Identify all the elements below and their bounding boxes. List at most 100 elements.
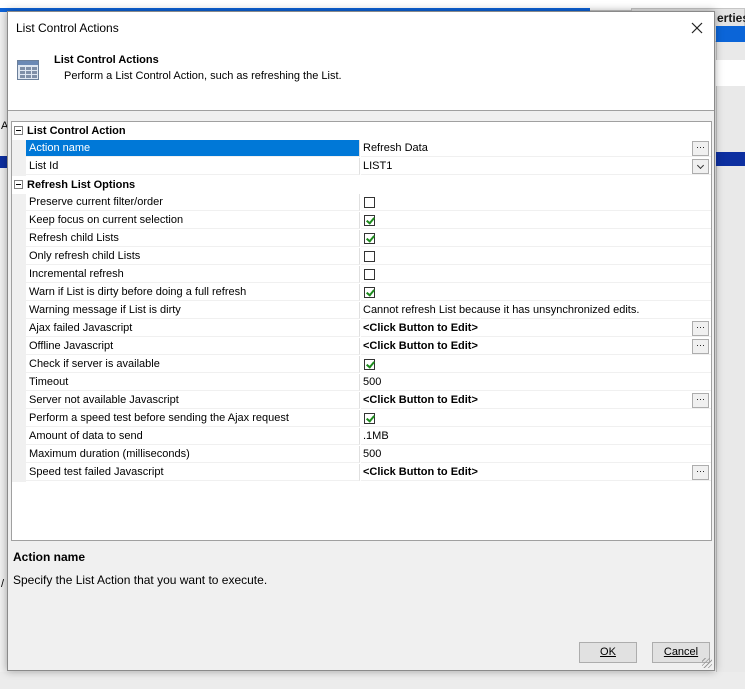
close-button[interactable]	[684, 16, 710, 40]
property-value-text: Cannot refresh List because it has unsyn…	[363, 304, 640, 316]
property-row[interactable]: Timeout 500	[12, 374, 711, 392]
header-subtitle: Perform a List Control Action, such as r…	[64, 70, 342, 82]
property-value-text: <Click Button to Edit>	[363, 466, 478, 478]
row-gutter	[12, 302, 26, 320]
property-value[interactable]: <Click Button to Edit> ···	[361, 320, 711, 337]
cancel-button-label: Cancel	[663, 646, 699, 658]
property-value[interactable]	[361, 212, 711, 229]
dropdown-button[interactable]	[692, 159, 709, 174]
row-gutter	[12, 446, 26, 464]
property-name: Action name	[26, 140, 360, 157]
property-name: Preserve current filter/order	[26, 194, 360, 211]
row-gutter	[12, 194, 26, 212]
property-row[interactable]: Check if server is available	[12, 356, 711, 374]
property-value-text: Refresh Data	[363, 142, 428, 154]
property-row[interactable]: Warn if List is dirty before doing a ful…	[12, 284, 711, 302]
property-row[interactable]: Action name Refresh Data ···	[12, 140, 711, 158]
property-value-text: .1MB	[363, 430, 389, 442]
ellipsis-button[interactable]: ···	[692, 141, 709, 156]
row-gutter	[12, 392, 26, 410]
property-row[interactable]: Server not available Javascript <Click Bu…	[12, 392, 711, 410]
property-checkbox[interactable]	[364, 359, 375, 370]
property-name: Ajax failed Javascript	[26, 320, 360, 337]
property-value-text: <Click Button to Edit>	[363, 322, 478, 334]
category-label: Refresh List Options	[27, 179, 136, 191]
property-value[interactable]	[361, 230, 711, 247]
category-row[interactable]: List Control Action	[12, 122, 711, 140]
property-value[interactable]: Refresh Data ···	[361, 140, 711, 157]
background-right-panel	[716, 8, 745, 689]
property-checkbox[interactable]	[364, 197, 375, 208]
property-checkbox[interactable]	[364, 215, 375, 226]
property-row[interactable]: Preserve current filter/order	[12, 194, 711, 212]
property-value[interactable]	[361, 194, 711, 211]
property-name: List Id	[26, 158, 360, 175]
category-label: List Control Action	[27, 125, 126, 137]
property-row[interactable]: Maximum duration (milliseconds) 500	[12, 446, 711, 464]
property-row[interactable]: Refresh child Lists	[12, 230, 711, 248]
property-value[interactable]: 500	[361, 446, 711, 463]
row-gutter	[12, 356, 26, 374]
property-checkbox[interactable]	[364, 413, 375, 424]
row-gutter	[12, 230, 26, 248]
property-value[interactable]	[361, 410, 711, 427]
row-gutter	[12, 158, 26, 176]
property-row[interactable]: Only refresh child Lists	[12, 248, 711, 266]
property-value[interactable]: .1MB	[361, 428, 711, 445]
property-row[interactable]: Warning message if List is dirty Cannot r…	[12, 302, 711, 320]
property-row[interactable]: Speed test failed Javascript <Click Butto…	[12, 464, 711, 482]
property-value[interactable]	[361, 284, 711, 301]
property-row[interactable]: List Id LIST1	[12, 158, 711, 176]
property-value[interactable]: <Click Button to Edit> ···	[361, 338, 711, 355]
ellipsis-button[interactable]: ···	[692, 321, 709, 336]
dialog-titlebar[interactable]: List Control Actions	[8, 12, 714, 44]
property-row[interactable]: Ajax failed Javascript <Click Button to E…	[12, 320, 711, 338]
property-value[interactable]: 500	[361, 374, 711, 391]
description-title: Action name	[13, 550, 86, 564]
property-checkbox[interactable]	[364, 233, 375, 244]
ellipsis-button[interactable]: ···	[692, 465, 709, 480]
ok-button-label: OK	[600, 646, 616, 658]
description-text: Specify the List Action that you want to…	[13, 573, 268, 587]
property-value[interactable]	[361, 356, 711, 373]
property-value[interactable]: LIST1	[361, 158, 711, 175]
row-gutter	[12, 338, 26, 356]
row-gutter	[12, 212, 26, 230]
list-table-icon	[17, 60, 39, 80]
property-name: Only refresh child Lists	[26, 248, 360, 265]
ellipsis-button[interactable]: ···	[692, 393, 709, 408]
property-checkbox[interactable]	[364, 287, 375, 298]
collapse-icon[interactable]	[14, 126, 23, 135]
property-name: Warn if List is dirty before doing a ful…	[26, 284, 360, 301]
property-value[interactable]: Cannot refresh List because it has unsyn…	[361, 302, 711, 319]
property-value[interactable]: <Click Button to Edit> ···	[361, 392, 711, 409]
collapse-icon[interactable]	[14, 180, 23, 189]
property-name: Perform a speed test before sending the …	[26, 410, 360, 427]
property-checkbox[interactable]	[364, 269, 375, 280]
property-row[interactable]: Perform a speed test before sending the …	[12, 410, 711, 428]
ok-button[interactable]: OK	[579, 642, 637, 663]
resize-grip[interactable]	[702, 658, 712, 668]
dialog-title: List Control Actions	[16, 21, 119, 35]
background-left-text-2: /	[1, 578, 5, 590]
property-value[interactable]	[361, 248, 711, 265]
background-bottom-bar	[0, 672, 745, 689]
property-name: Timeout	[26, 374, 360, 391]
property-value-text: <Click Button to Edit>	[363, 394, 478, 406]
property-value-text: 500	[363, 448, 382, 460]
category-row[interactable]: Refresh List Options	[12, 176, 711, 194]
property-row[interactable]: Amount of data to send .1MB	[12, 428, 711, 446]
property-name: Incremental refresh	[26, 266, 360, 283]
property-row[interactable]: Keep focus on current selection	[12, 212, 711, 230]
property-row[interactable]: Incremental refresh	[12, 266, 711, 284]
property-grid[interactable]: List Control Action Action name Refresh Da…	[11, 121, 712, 541]
background-tab-label: erties	[717, 11, 745, 25]
ellipsis-button[interactable]: ···	[692, 339, 709, 354]
dialog-header: List Control Actions Perform a List Cont…	[8, 44, 714, 111]
property-value[interactable]: <Click Button to Edit> ···	[361, 464, 711, 481]
row-gutter	[12, 266, 26, 284]
property-checkbox[interactable]	[364, 251, 375, 262]
property-row[interactable]: Offline Javascript <Click Button to Edit>…	[12, 338, 711, 356]
property-name: Offline Javascript	[26, 338, 360, 355]
property-value[interactable]	[361, 266, 711, 283]
